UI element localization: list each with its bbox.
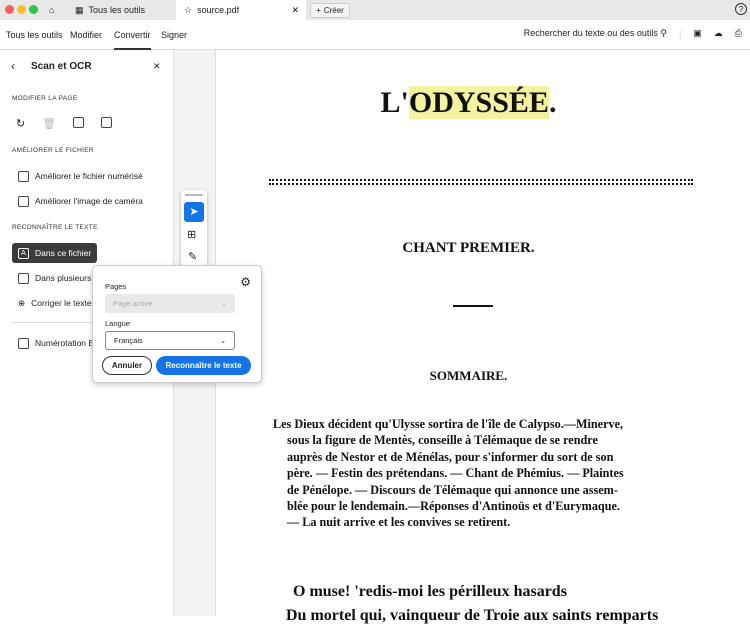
camera-icon: [18, 195, 29, 207]
item-label: Corriger le texte: [31, 298, 92, 308]
language-dropdown[interactable]: Français ⌄: [105, 331, 235, 350]
enhance-camera-image[interactable]: Améliorer l'image de caméra: [12, 191, 149, 211]
tab-all-tools-menu[interactable]: Tous les outils: [6, 30, 63, 40]
cancel-button[interactable]: Annuler: [102, 356, 152, 375]
text-line: Les Dieux décident qu'Ulysse sortira de …: [273, 417, 624, 431]
item-label: Dans ce fichier: [35, 248, 92, 258]
language-label: Langue: [105, 319, 131, 328]
select-cursor-icon[interactable]: ➤: [184, 202, 204, 222]
item-label: Améliorer le fichier numérisé: [35, 171, 143, 181]
verse-line: Du mortel qui, vainqueur de Troie aux sa…: [286, 607, 659, 624]
chevron-down-icon: ⌄: [219, 336, 226, 345]
text-line: — La nuit arrive et les convives se reti…: [287, 515, 511, 530]
files-icon: [18, 272, 29, 284]
ornament: [453, 305, 493, 307]
maximize-window-button[interactable]: [29, 5, 38, 14]
tab-label: Tous les outils: [88, 5, 146, 15]
verse-line: O muse! 'redis-moi les périlleux hasards: [293, 583, 567, 600]
summary-paragraph: Les Dieux décident qu'Ulysse sortira de …: [273, 416, 693, 531]
pages-dropdown: Page active ⌄: [105, 294, 235, 313]
insert-page-icon[interactable]: [101, 117, 113, 128]
text-line: de Pénélope. — Discours de Télémaque qui…: [287, 482, 618, 497]
plus-icon: +: [316, 6, 321, 15]
zoom-text-icon: ⊕: [18, 297, 26, 308]
text-line: sous la figure de Mentès, conseille à Té…: [287, 433, 598, 448]
settings-gear-icon[interactable]: ⚙: [240, 275, 251, 289]
language-value: Français: [114, 336, 143, 345]
search-tools[interactable]: Rechercher du texte ou des outils ⚲: [524, 28, 667, 39]
add-comment-icon[interactable]: ⊞: [187, 228, 196, 241]
ocr-this-file[interactable]: A Dans ce fichier: [12, 243, 98, 263]
grid-icon: ▦: [75, 4, 84, 15]
save-icon[interactable]: ▣: [693, 28, 702, 39]
tab-all-tools[interactable]: ▦ Tous les outils: [75, 0, 145, 20]
chevron-down-icon: ⌄: [220, 299, 227, 308]
document-icon: [18, 337, 29, 349]
create-label: Créer: [323, 6, 344, 15]
pages-label: Pages: [105, 282, 127, 291]
drag-handle[interactable]: [185, 194, 203, 196]
upload-cloud-icon[interactable]: ☁: [714, 28, 723, 39]
text-line: blée pour le lendemain.—Réponses d'Antin…: [287, 499, 620, 514]
browser-tab-bar: ⌂ ▦ Tous les outils ☆ source.pdf ✕ + Créer ?: [0, 0, 750, 20]
section-heading: MODIFIER LA PAGE: [12, 95, 78, 102]
text-file-icon: A: [18, 247, 29, 259]
floating-toolbar: ➤ ⊞ ✎: [181, 190, 207, 268]
close-window-button[interactable]: [5, 5, 14, 14]
enhance-scanned-file[interactable]: Améliorer le fichier numérisé: [12, 166, 149, 186]
panel-title: Scan et OCR: [31, 61, 92, 72]
recognize-text-button[interactable]: Reconnaître le texte: [156, 356, 251, 375]
text-line: père. — Festin des prétendans. — Chant d…: [287, 466, 624, 481]
tab-source-pdf[interactable]: ☆ source.pdf ✕: [176, 0, 306, 20]
delete-icon: 🗑: [42, 118, 57, 130]
create-button[interactable]: + Créer: [310, 3, 350, 18]
title-text: L': [380, 86, 409, 119]
tab-signer[interactable]: Signer: [161, 30, 187, 40]
tab-label: source.pdf: [197, 5, 240, 15]
back-icon[interactable]: ‹: [11, 59, 15, 73]
search-icon: ⚲: [660, 28, 667, 38]
title-text: .: [548, 86, 557, 119]
pages-value: Page active: [113, 299, 153, 308]
highlighted-text[interactable]: ODYSSÉE: [408, 86, 549, 119]
replace-page-icon[interactable]: [73, 117, 85, 128]
decorative-rule: [269, 179, 693, 185]
text-line: auprès de Nestor et de Ménélas, pour s'i…: [287, 449, 614, 464]
pdf-page[interactable]: L'ODYSSÉE. CHANT PREMIER. SOMMAIRE. Les …: [215, 50, 750, 624]
ocr-options-popover: Pages ⚙ Page active ⌄ Langue Français ⌄ An…: [92, 265, 262, 383]
item-label: Améliorer l'image de caméra: [35, 196, 143, 206]
document-title: L'ODYSSÉE.: [216, 86, 721, 120]
star-icon[interactable]: ☆: [184, 5, 192, 16]
minimize-window-button[interactable]: [17, 5, 26, 14]
summary-heading: SOMMAIRE.: [429, 368, 508, 383]
main-toolbar: Tous les outils Modifier Convertir Signe…: [0, 20, 750, 50]
close-panel-icon[interactable]: ✕: [153, 61, 161, 72]
print-icon[interactable]: ⎙: [735, 28, 742, 39]
help-icon[interactable]: ?: [735, 3, 747, 15]
tab-convertir[interactable]: Convertir: [114, 30, 151, 50]
home-icon[interactable]: ⌂: [49, 0, 54, 20]
section-heading: RECONNAÎTRE LE TEXTE: [12, 224, 98, 231]
pen-icon[interactable]: ✎: [188, 250, 197, 263]
tab-modifier[interactable]: Modifier: [70, 30, 102, 40]
close-tab-icon[interactable]: ✕: [291, 5, 299, 16]
search-label: Rechercher du texte ou des outils: [523, 28, 658, 38]
section-heading: AMÉLIORER LE FICHIER: [12, 147, 94, 154]
rotate-icon[interactable]: ↻: [16, 117, 25, 130]
scan-icon: [18, 170, 29, 182]
chapter-heading: CHANT PREMIER.: [402, 240, 535, 256]
correct-text[interactable]: ⊕ Corriger le texte: [12, 293, 98, 313]
